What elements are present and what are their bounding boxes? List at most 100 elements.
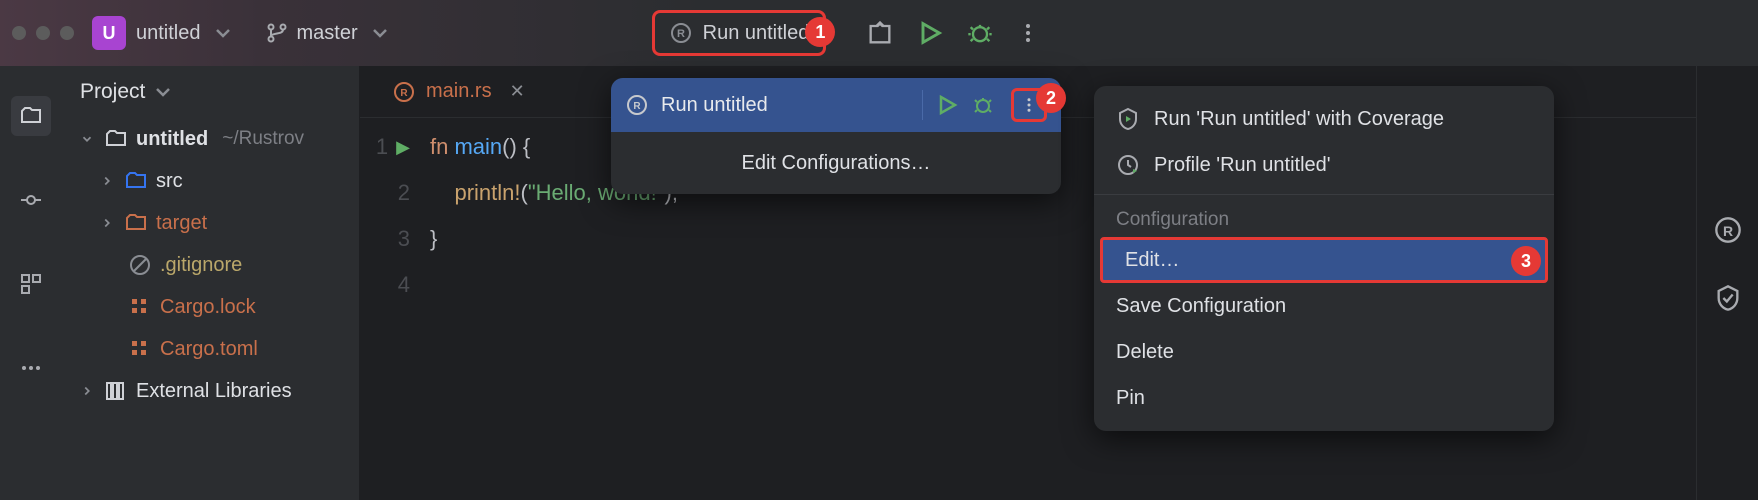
profile-icon [1116, 153, 1140, 177]
run-config-more-button[interactable]: 2 [1011, 88, 1047, 122]
build-icon[interactable] [866, 19, 894, 47]
run-config-label: Run untitled [703, 22, 810, 45]
tree-item-target[interactable]: target [72, 202, 349, 244]
tree-item-gitignore[interactable]: .gitignore [72, 244, 349, 286]
callout-marker-2: 2 [1036, 83, 1066, 113]
rust-icon: R [625, 93, 649, 117]
tree-item-cargo-lock[interactable]: Cargo.lock [72, 286, 349, 328]
line-number: 3 [398, 216, 410, 262]
code-token: println! [454, 180, 520, 205]
debug-icon[interactable] [966, 19, 994, 47]
run-config-selector[interactable]: R Run untitled 1 [652, 10, 827, 56]
menu-item-coverage[interactable]: Run 'Run untitled' with Coverage [1094, 96, 1554, 142]
rust-tool-icon[interactable]: R [1714, 216, 1742, 244]
code-token: () { [502, 134, 530, 159]
tree-item-label: src [156, 170, 183, 193]
menu-section-header: Configuration [1094, 194, 1554, 237]
code-token: fn [430, 134, 454, 159]
more-tool-icon[interactable] [11, 348, 51, 388]
menu-item-label: Save Configuration [1116, 295, 1286, 318]
callout-marker-3: 3 [1511, 246, 1541, 276]
line-number: 2 [398, 170, 410, 216]
menu-item-label: Edit… [1125, 249, 1179, 272]
folder-icon [124, 211, 148, 235]
menu-item-label: Profile 'Run untitled' [1154, 154, 1331, 177]
project-tool-icon[interactable] [11, 96, 51, 136]
edit-configurations-label: Edit Configurations… [742, 152, 931, 175]
tree-item-label: .gitignore [160, 254, 242, 277]
tree-root-path: ~/Rustrov [222, 128, 304, 150]
svg-text:R: R [677, 28, 685, 40]
project-panel-header[interactable]: Project [62, 66, 359, 118]
window-close[interactable] [12, 26, 26, 40]
chevron-down-icon [80, 132, 96, 146]
run-gutter-icon[interactable]: ▶ [396, 124, 410, 170]
menu-item-pin[interactable]: Pin [1094, 375, 1554, 421]
tree-item-label: target [156, 212, 207, 235]
run-config-dropdown: R Run untitled 2 Edit Configurations… [611, 78, 1061, 194]
window-maximize[interactable] [60, 26, 74, 40]
chevron-right-icon [100, 174, 116, 188]
chevron-down-icon[interactable] [211, 21, 235, 45]
rust-icon: R [669, 21, 693, 45]
tree-item-label: Cargo.toml [160, 338, 258, 361]
code-token [430, 180, 454, 205]
coverage-icon [1116, 107, 1140, 131]
branch-icon[interactable] [265, 21, 289, 45]
more-icon[interactable] [1016, 21, 1040, 45]
run-icon[interactable] [935, 93, 959, 117]
menu-item-label: Run 'Run untitled' with Coverage [1154, 108, 1444, 131]
window-minimize[interactable] [36, 26, 50, 40]
debug-icon[interactable] [971, 93, 995, 117]
structure-tool-icon[interactable] [11, 264, 51, 304]
edit-configurations-item[interactable]: Edit Configurations… [611, 132, 1061, 194]
project-panel: Project untitled ~/Rustrov [62, 66, 360, 500]
branch-name[interactable]: master [297, 22, 358, 45]
rust-file-icon: R [392, 80, 416, 104]
run-icon[interactable] [916, 19, 944, 47]
svg-text:R: R [633, 101, 641, 112]
chevron-down-icon[interactable] [368, 21, 392, 45]
menu-item-label: Pin [1116, 387, 1145, 410]
project-tree: untitled ~/Rustrov src target [62, 118, 359, 412]
chevron-right-icon [80, 384, 96, 398]
menu-item-label: Delete [1116, 341, 1174, 364]
tree-external-libraries[interactable]: External Libraries [72, 370, 349, 412]
chevron-right-icon [100, 216, 116, 230]
menu-item-delete[interactable]: Delete [1094, 329, 1554, 375]
menu-item-edit[interactable]: Edit… 3 [1100, 237, 1548, 283]
cargo-icon [128, 337, 152, 361]
separator [922, 90, 923, 120]
line-number: 1 [376, 124, 388, 170]
project-name[interactable]: untitled [136, 22, 201, 45]
cargo-icon [128, 295, 152, 319]
project-badge: U [92, 16, 126, 50]
tool-window-bar-right: R [1696, 66, 1758, 500]
tool-window-bar-left [0, 66, 62, 500]
run-config-item-label: Run untitled [661, 94, 910, 117]
titlebar: U untitled master R Run untitled 1 [0, 0, 1758, 66]
code-token: main [454, 134, 502, 159]
run-config-context-menu: Run 'Run untitled' with Coverage Profile… [1094, 86, 1554, 431]
toolbar-actions [866, 19, 1040, 47]
tree-root-name: untitled [136, 128, 208, 151]
library-icon [104, 379, 128, 403]
menu-item-profile[interactable]: Profile 'Run untitled' [1094, 142, 1554, 188]
code-token: } [430, 226, 437, 251]
tree-item-cargo-toml[interactable]: Cargo.toml [72, 328, 349, 370]
run-config-item[interactable]: R Run untitled 2 [611, 78, 1061, 132]
commit-tool-icon[interactable] [11, 180, 51, 220]
project-panel-title: Project [80, 80, 145, 104]
chevron-down-icon [151, 80, 175, 104]
tree-item-label: External Libraries [136, 380, 292, 403]
editor-tab[interactable]: R main.rs ✕ [378, 80, 539, 104]
svg-text:R: R [1722, 223, 1732, 239]
shield-icon[interactable] [1714, 284, 1742, 312]
tree-item-label: Cargo.lock [160, 296, 256, 319]
tree-item-src[interactable]: src [72, 160, 349, 202]
ignored-icon [128, 253, 152, 277]
tree-root[interactable]: untitled ~/Rustrov [72, 118, 349, 160]
menu-item-save[interactable]: Save Configuration [1094, 283, 1554, 329]
close-icon[interactable]: ✕ [510, 81, 525, 102]
line-number: 4 [398, 262, 410, 308]
